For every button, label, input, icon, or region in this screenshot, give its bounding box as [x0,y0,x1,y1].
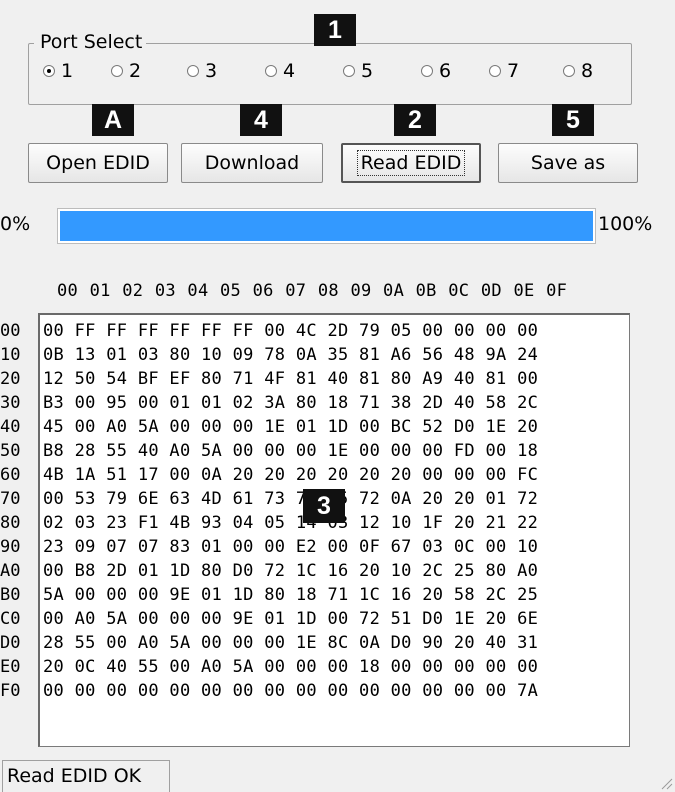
hex-row: 0B 13 01 03 80 10 09 78 0A 35 81 A6 56 4… [43,345,539,365]
port-radio-label: 6 [439,60,452,82]
progress-fill [60,211,593,241]
hex-row-label: E0 [0,657,21,677]
hex-row-label: 80 [0,513,21,533]
save-as-button[interactable]: Save as [498,143,638,183]
port-radio-7[interactable]: 7 [489,60,519,82]
hex-row-label: F0 [0,681,21,701]
download-button[interactable]: Download [181,143,323,183]
radio-button-icon[interactable] [343,65,355,77]
radio-button-icon[interactable] [187,65,199,77]
hex-row: 00 A0 5A 00 00 00 9E 01 1D 00 72 51 D0 1… [43,609,539,629]
port-radio-2[interactable]: 2 [111,60,141,82]
hex-row: B8 28 55 40 A0 5A 00 00 00 1E 00 00 00 F… [43,441,539,461]
radio-button-icon[interactable] [43,65,55,77]
port-radio-label: 3 [205,60,218,82]
radio-button-icon[interactable] [421,65,433,77]
port-radio-6[interactable]: 6 [421,60,451,82]
hex-row: 02 03 23 F1 4B 93 04 05 14 03 12 10 1F 2… [43,513,539,533]
port-radio-group: 1 2 3 4 5 6 7 8 [43,60,633,88]
hex-row: 12 50 54 BF EF 80 71 4F 81 40 81 80 A9 4… [43,369,539,389]
hex-row-label: 40 [0,417,21,437]
callout-badge-a: A [92,104,134,136]
port-radio-5[interactable]: 5 [343,60,373,82]
hex-row-labels: 00 10 20 30 40 50 60 70 80 90 A0 B0 C0 D0 E0 F0 [0,319,40,703]
hex-row-label: 10 [0,345,21,365]
hex-row: 5A 00 00 00 9E 01 1D 80 18 71 1C 16 20 5… [43,585,539,605]
radio-button-icon[interactable] [265,65,277,77]
progress-min-label: 0% [0,213,31,235]
radio-button-icon[interactable] [489,65,501,77]
hex-row-label: 50 [0,441,21,461]
radio-button-icon[interactable] [111,65,123,77]
hex-row: 45 00 A0 5A 00 00 00 1E 01 1D 00 BC 52 D… [43,417,539,437]
hex-row-label: C0 [0,609,21,629]
read-edid-label: Read EDID [356,150,466,176]
hex-column-header: 00 01 02 03 04 05 06 07 08 09 0A 0B 0C 0… [57,281,568,301]
port-radio-label: 7 [507,60,520,82]
hex-row-label: D0 [0,633,21,653]
edid-hex-view[interactable]: 00 FF FF FF FF FF FF 00 4C 2D 79 05 00 0… [38,313,630,747]
port-radio-label: 8 [581,60,594,82]
hex-rows: 00 FF FF FF FF FF FF 00 4C 2D 79 05 00 0… [43,319,538,703]
hex-row: 00 53 79 6E 63 4D 61 73 74 65 72 0A 20 2… [43,489,539,509]
hex-row-label: 90 [0,537,21,557]
callout-badge-2: 2 [394,104,436,136]
port-radio-label: 4 [283,60,296,82]
hex-row: 00 00 00 00 00 00 00 00 00 00 00 00 00 0… [43,681,539,701]
port-select-title: Port Select [34,31,147,53]
open-edid-button[interactable]: Open EDID [28,143,168,183]
port-radio-1[interactable]: 1 [43,60,73,82]
hex-row: 4B 1A 51 17 00 0A 20 20 20 20 20 20 00 0… [43,465,539,485]
port-radio-label: 1 [61,60,74,82]
progress-bar [57,208,596,244]
hex-row-label: 70 [0,489,21,509]
hex-row-label: 00 [0,321,21,341]
read-edid-button[interactable]: Read EDID [341,143,481,183]
callout-badge-5: 5 [552,104,594,136]
port-radio-3[interactable]: 3 [187,60,217,82]
resize-grip-icon[interactable] [657,774,673,790]
hex-row-label: 60 [0,465,21,485]
radio-button-icon[interactable] [563,65,575,77]
hex-row-label: 20 [0,369,21,389]
hex-row: 00 FF FF FF FF FF FF 00 4C 2D 79 05 00 0… [43,321,539,341]
status-bar: Read EDID OK [2,760,170,792]
callout-badge-4: 4 [240,104,282,136]
port-radio-8[interactable]: 8 [563,60,593,82]
hex-row: 23 09 07 07 83 01 00 00 E2 00 0F 67 03 0… [43,537,539,557]
port-radio-label: 2 [129,60,142,82]
hex-row: B3 00 95 00 01 01 02 3A 80 18 71 38 2D 4… [43,393,539,413]
hex-row-label: B0 [0,585,21,605]
port-radio-label: 5 [361,60,374,82]
callout-badge-1: 1 [314,14,356,46]
port-radio-4[interactable]: 4 [265,60,295,82]
hex-row: 28 55 00 A0 5A 00 00 00 1E 8C 0A D0 90 2… [43,633,539,653]
callout-badge-3: 3 [303,489,345,523]
hex-row: 20 0C 40 55 00 A0 5A 00 00 00 18 00 00 0… [43,657,539,677]
progress-max-label: 100% [598,213,653,235]
hex-row-label: A0 [0,561,21,581]
hex-row-label: 30 [0,393,21,413]
hex-row: 00 B8 2D 01 1D 80 D0 72 1C 16 20 10 2C 2… [43,561,539,581]
